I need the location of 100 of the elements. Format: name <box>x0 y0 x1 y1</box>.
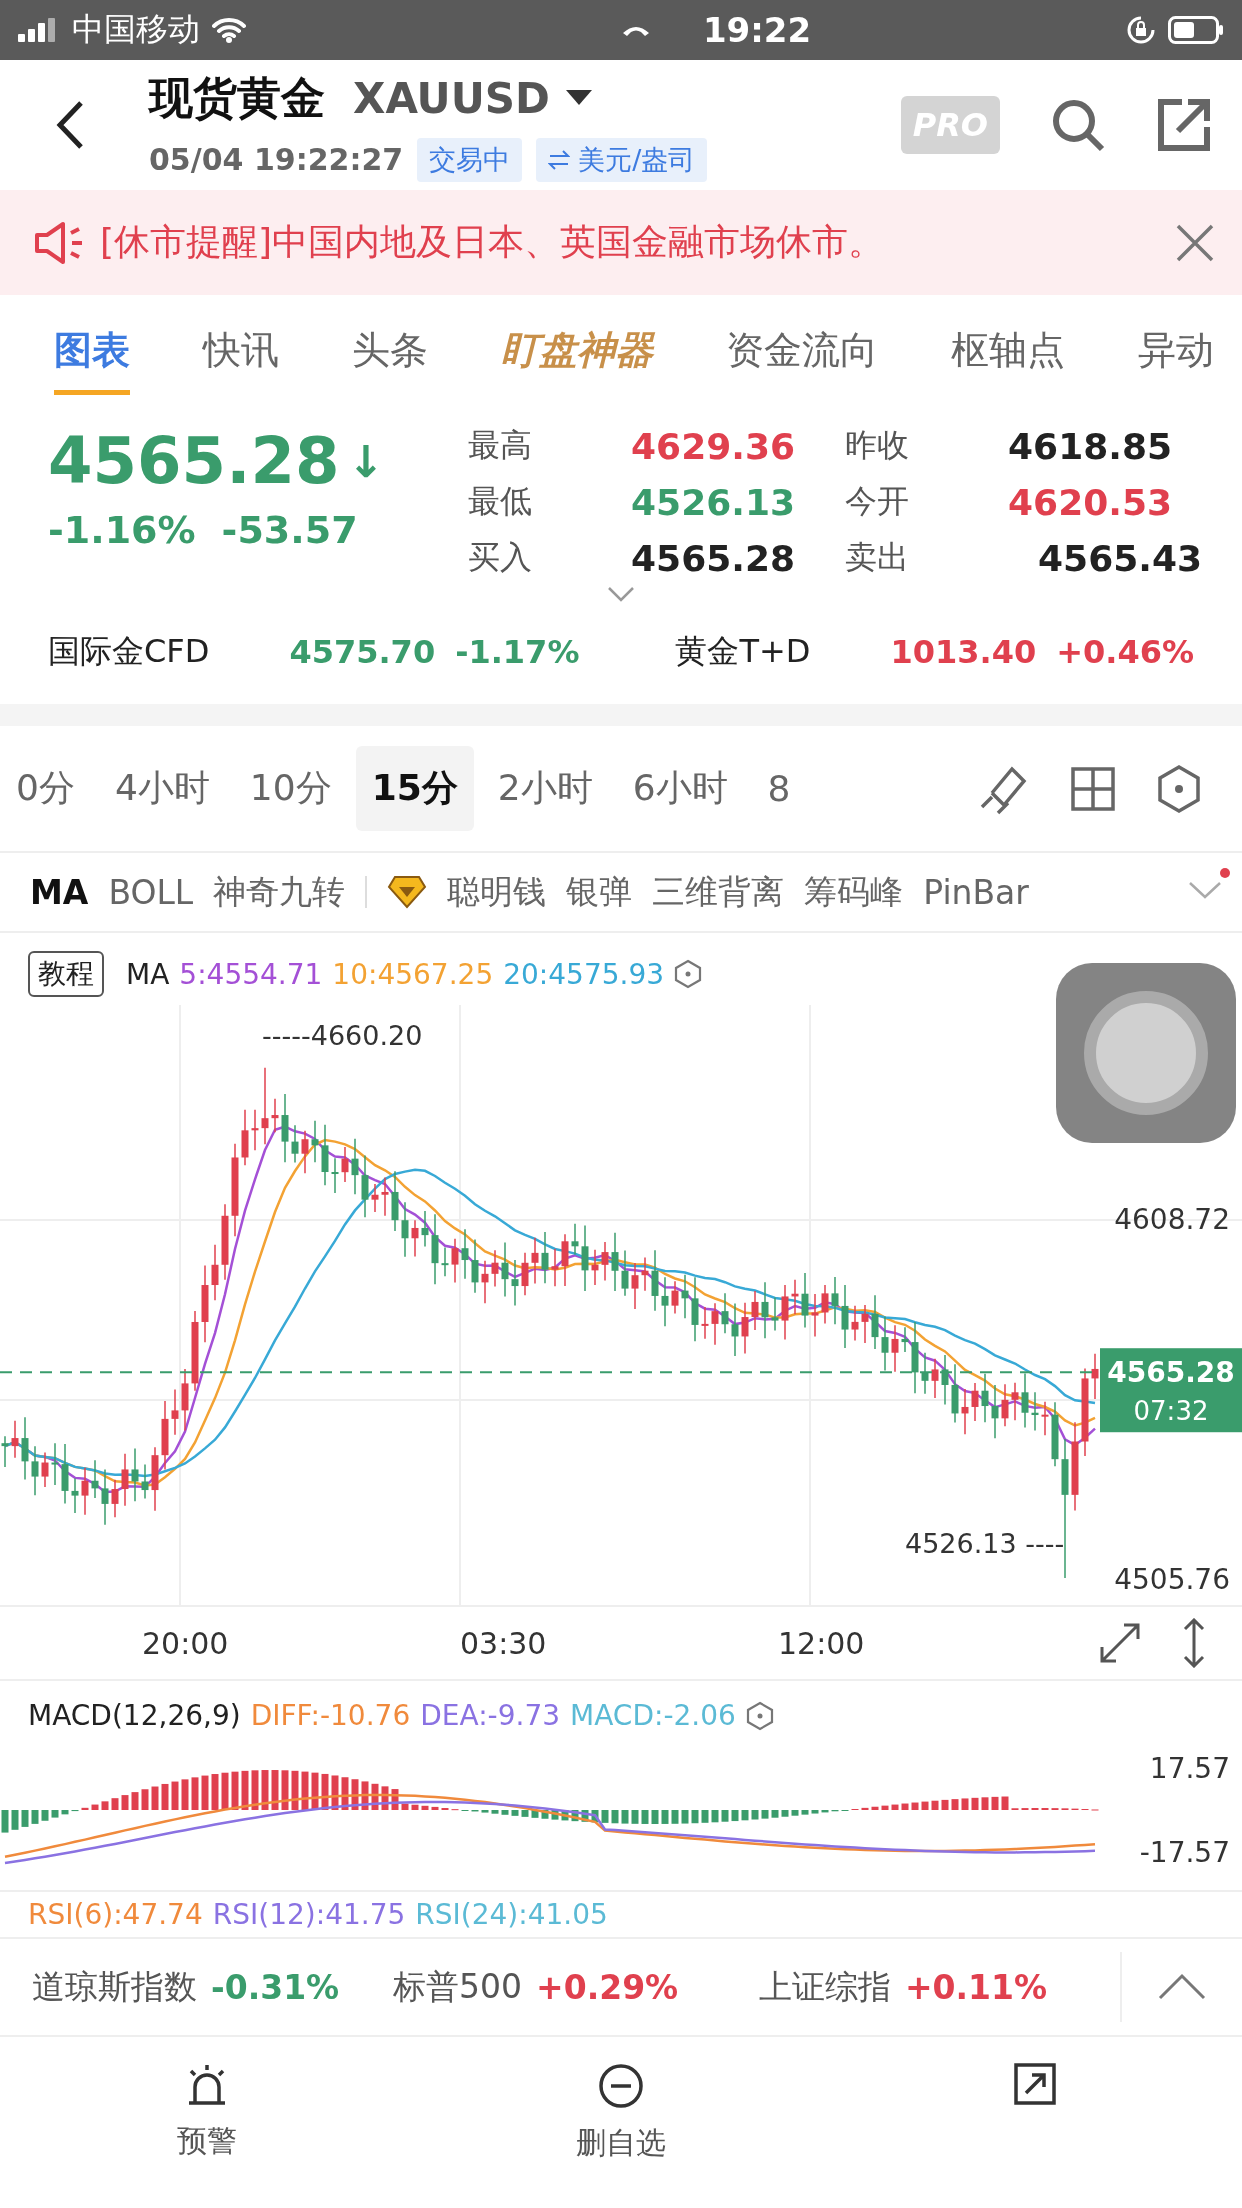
nav-label[interactable]: 预警 <box>177 2121 237 2162</box>
time-axis-label: 12:00 <box>778 1625 866 1661</box>
settings-icon[interactable] <box>745 1700 774 1731</box>
settings-icon[interactable] <box>1156 763 1202 814</box>
vertical-resize-icon[interactable] <box>1182 1618 1206 1668</box>
macd-label: MACD(12,26,9) <box>28 1699 241 1732</box>
rsi-value: RSI(6):47.74 <box>28 1898 203 1931</box>
period-tab[interactable]: 15分 <box>355 746 474 831</box>
change-percent: -1.16% <box>48 508 196 552</box>
ma-value: 5:4554.71 <box>179 957 323 991</box>
period-tab[interactable]: 2小时 <box>481 746 609 831</box>
wifi-icon <box>212 17 246 43</box>
caret-icon[interactable] <box>565 90 592 106</box>
carrier-name: 中国移动 <box>72 9 200 50</box>
ma-value: 10:4567.25 <box>332 957 494 991</box>
stat-value: 4618.85 <box>1007 425 1173 467</box>
indicator-tab[interactable]: 三维背离 <box>652 869 785 915</box>
symbol-selector[interactable]: XAUUSD <box>353 73 550 123</box>
stat-value: 4620.53 <box>1007 481 1173 523</box>
swap-arrows-icon <box>548 149 571 170</box>
tab[interactable]: 快讯 <box>203 310 279 395</box>
rotation-lock-icon <box>1126 15 1156 45</box>
instrument-price: 4575.70 <box>289 633 436 671</box>
trading-status: 交易中 <box>417 137 523 182</box>
minus-circle-icon[interactable] <box>598 2063 644 2109</box>
stat-value: 4526.13 <box>630 481 796 523</box>
tab[interactable]: 枢轴点 <box>951 310 1065 395</box>
stat-value: 4565.43 <box>1037 537 1202 579</box>
index-change: +0.11% <box>904 1967 1048 2007</box>
period-tab[interactable]: 6小时 <box>616 746 744 831</box>
stat-label: 最低 <box>468 481 532 522</box>
battery-icon <box>1168 16 1224 44</box>
tab[interactable]: 资金流向 <box>726 310 878 395</box>
indicator-tab[interactable]: BOLL <box>108 872 194 912</box>
stat-value: 4565.28 <box>630 537 796 579</box>
macd-axis-label: 17.57 <box>1149 1752 1230 1785</box>
speaker-icon <box>34 220 84 265</box>
assistive-touch-button[interactable] <box>1056 963 1236 1143</box>
tutorial-button[interactable]: 教程 <box>28 951 104 997</box>
stat-label: 昨收 <box>845 425 909 466</box>
share-icon[interactable] <box>1156 97 1212 153</box>
stat-label: 卖出 <box>845 537 909 578</box>
rsi-value: RSI(12):41.75 <box>212 1898 406 1931</box>
search-icon[interactable] <box>1050 97 1106 153</box>
period-tab[interactable]: 8 <box>751 750 807 827</box>
indicator-tab[interactable]: PinBar <box>923 872 1029 912</box>
grid-icon[interactable] <box>1070 765 1116 812</box>
instrument-change: +0.46% <box>1056 633 1194 671</box>
timestamp: 05/04 19:22:27 <box>149 142 404 177</box>
indicator-tab[interactable]: 聪明钱 <box>447 869 547 915</box>
index-name: 道琼斯指数 <box>32 1965 197 2008</box>
ma-value: 20:4575.93 <box>503 957 665 991</box>
share-icon[interactable] <box>1014 2063 1056 2105</box>
time-axis-label: 20:00 <box>142 1625 230 1661</box>
currency-unit-badge[interactable]: 美元/盎司 <box>536 137 708 182</box>
instrument-change: -1.17% <box>455 633 580 671</box>
period-tab[interactable]: 10分 <box>233 746 348 831</box>
macd-value: DEA:-9.73 <box>420 1699 560 1732</box>
instrument-price: 1013.40 <box>890 633 1037 671</box>
index-change: +0.29% <box>536 1967 679 2007</box>
notice-text: [休市提醒]中国内地及日本、英国金融市场休市。 <box>100 220 886 264</box>
macd-value: DIFF:-10.76 <box>250 1699 411 1732</box>
settings-icon[interactable] <box>674 959 703 989</box>
chevron-down-icon[interactable] <box>607 586 635 602</box>
instrument-name: 黄金T+D <box>675 631 811 672</box>
expand-icon[interactable] <box>1098 1621 1142 1665</box>
tab[interactable]: 异动 <box>1138 310 1214 395</box>
ma-label: MA <box>126 957 170 991</box>
arrow-icon: ↓ <box>347 435 385 487</box>
indicator-tab[interactable]: 银弹 <box>566 869 633 915</box>
tab[interactable]: 图表 <box>54 310 130 395</box>
index-name: 标普500 <box>393 1965 523 2008</box>
diamond-icon <box>387 875 428 909</box>
stat-label: 买入 <box>468 537 532 578</box>
index-change: -0.31% <box>211 1967 340 2007</box>
index-name: 上证综指 <box>758 1965 891 2008</box>
stat-label: 今开 <box>845 481 909 522</box>
nav-label[interactable]: 删自选 <box>576 2123 666 2164</box>
indicator-tab[interactable]: 神奇九转 <box>213 869 346 915</box>
price-tag: 4565.28 07:32 <box>1100 1348 1242 1433</box>
instrument-name: 现货黄金 <box>149 70 325 125</box>
time-axis-label: 03:30 <box>460 1625 548 1661</box>
chevron-up-icon[interactable] <box>1158 1973 1206 2001</box>
high-marker: -----4660.20 <box>262 1020 423 1051</box>
low-marker: 4526.13 ---- <box>905 1528 1065 1559</box>
close-icon[interactable] <box>1176 223 1214 262</box>
macd-axis-label: -17.57 <box>1139 1836 1230 1869</box>
indicator-tab[interactable]: 筹码峰 <box>804 869 904 915</box>
tab[interactable]: 头条 <box>352 310 428 395</box>
rsi-value: RSI(24):41.05 <box>415 1898 608 1931</box>
change-amount: -53.57 <box>221 508 358 552</box>
back-icon[interactable] <box>55 100 85 150</box>
indicator-tab[interactable]: MA <box>30 872 89 912</box>
period-tab[interactable]: 4小时 <box>98 746 226 831</box>
macd-value: MACD:-2.06 <box>570 1699 736 1732</box>
period-tab[interactable]: 0分 <box>0 746 91 831</box>
stat-label: 最高 <box>468 425 532 466</box>
clock: 19:22 <box>702 10 812 50</box>
price-axis-label: 4505.76 <box>1114 1563 1230 1596</box>
price-axis-label: 4608.72 <box>1114 1203 1230 1236</box>
